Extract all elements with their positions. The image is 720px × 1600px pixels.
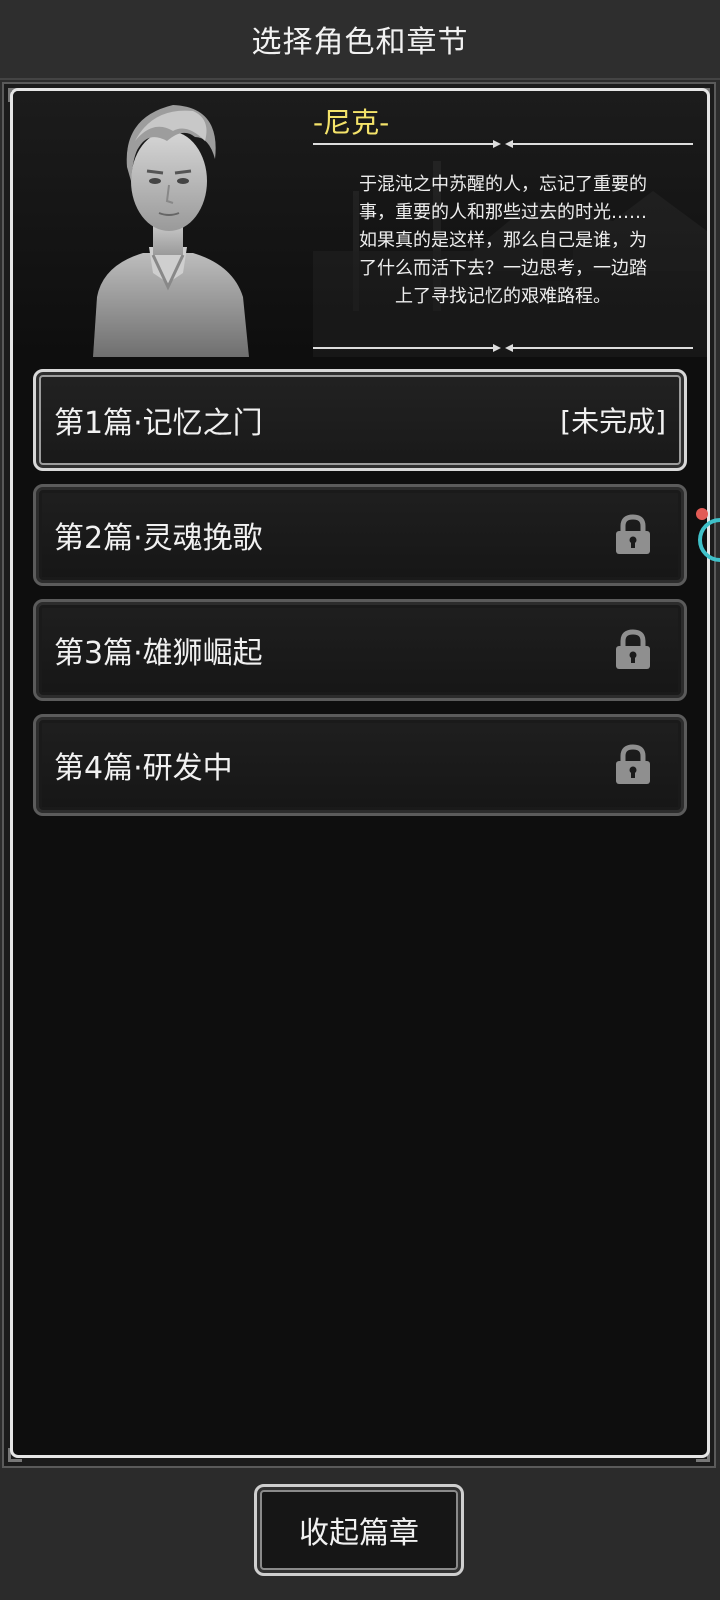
chapter-label: 第4篇·研发中 — [54, 751, 233, 786]
header-bar: 选择角色和章节 — [0, 0, 720, 80]
ornament-divider — [313, 140, 693, 148]
character-description: 于混沌之中苏醒的人，忘记了重要的 事，重要的人和那些过去的时光…… 如果真的是这… — [359, 174, 647, 307]
floating-assistant-icon[interactable] — [694, 506, 720, 566]
lock-icon — [616, 744, 650, 784]
character-name: -尼克- — [313, 106, 390, 139]
chapter-item-3[interactable]: 第3篇·雄狮崛起 — [33, 599, 687, 701]
footer-bar: 收起篇章 — [0, 1468, 720, 1600]
chapter-item-4[interactable]: 第4篇·研发中 — [33, 714, 687, 816]
chapter-label: 第1篇·记忆之门 — [54, 406, 263, 441]
ornament-divider — [313, 344, 693, 352]
chapter-label: 第3篇·雄狮崛起 — [54, 636, 263, 671]
chapter-item-2[interactable]: 第2篇·灵魂挽歌 — [33, 484, 687, 586]
chapter-label: 第2篇·灵魂挽歌 — [54, 521, 263, 556]
chapter-panel: -尼克- 于混沌之中苏醒的人，忘记了重要的 事，重要的人和那些过去的时光…… 如… — [10, 88, 710, 1458]
chapter-item-1[interactable]: 第1篇·记忆之门 [未完成] — [33, 369, 687, 471]
character-portrait — [93, 105, 249, 357]
lock-icon — [616, 514, 650, 554]
character-panel: -尼克- 于混沌之中苏醒的人，忘记了重要的 事，重要的人和那些过去的时光…… 如… — [13, 91, 707, 357]
chapter-list: 第1篇·记忆之门 [未完成] 第2篇·灵魂挽歌 第3篇·雄狮崛起 第4篇·研发中 — [33, 369, 687, 829]
page-title: 选择角色和章节 — [251, 25, 469, 60]
lock-icon — [616, 629, 650, 669]
collapse-chapters-button[interactable]: 收起篇章 — [254, 1484, 464, 1576]
chapter-status: [未完成] — [560, 405, 666, 438]
